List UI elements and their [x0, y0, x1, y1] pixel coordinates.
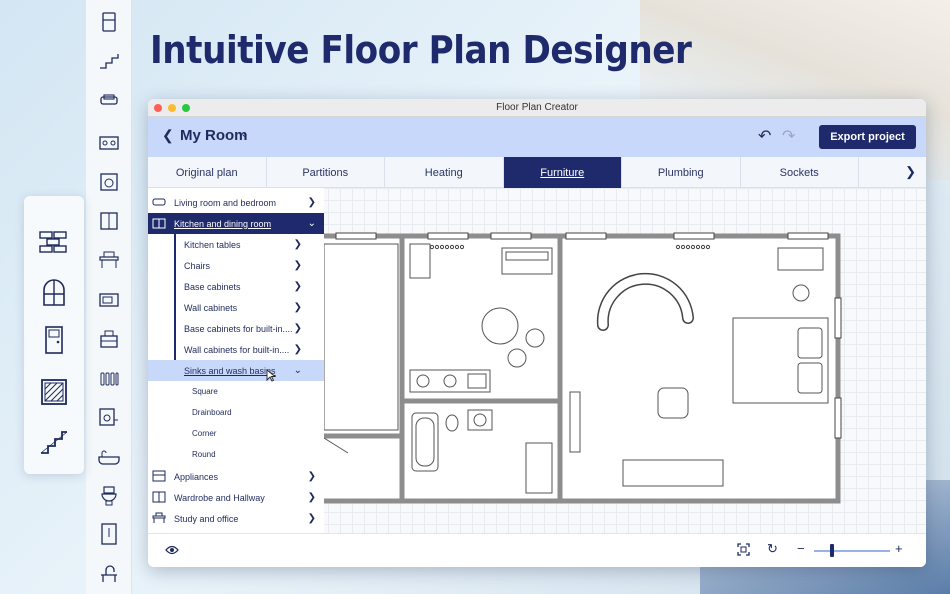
tab-furniture[interactable]: Furniture	[503, 157, 622, 188]
menu-item-base-cabinets[interactable]: Base cabinets ❯	[148, 276, 324, 297]
undo-icon[interactable]: ↶	[758, 126, 771, 146]
menu-item-sink-drainboard[interactable]: Drainboard	[148, 402, 324, 423]
window-title: Floor Plan Creator	[496, 102, 578, 113]
refresh-icon[interactable]: ↻	[767, 541, 778, 557]
stairs-icon[interactable]	[97, 49, 121, 73]
chevron-right-icon: ❯	[293, 239, 302, 250]
door-icon[interactable]	[38, 324, 70, 356]
export-project-button[interactable]: Export project	[819, 125, 916, 149]
desk-icon[interactable]	[97, 248, 121, 272]
zoom-out-icon[interactable]: −	[797, 541, 805, 556]
chevron-right-icon: ❯	[293, 344, 302, 355]
chevron-right-icon: ❯	[307, 513, 316, 524]
menu-item-study[interactable]: Study and office ❯	[148, 508, 324, 529]
menu-item-sink-square[interactable]: Square	[148, 381, 324, 402]
redo-icon[interactable]: ↷	[782, 126, 795, 146]
chevron-right-icon: ❯	[307, 492, 316, 503]
room-name[interactable]: My Room	[180, 127, 248, 144]
menu-item-wall-cabinets[interactable]: Wall cabinets ❯	[148, 297, 324, 318]
sofa-icon[interactable]	[97, 88, 121, 112]
chevron-right-icon: ❯	[293, 323, 302, 334]
category-tabs: Original plan Partitions Heating Furnitu…	[148, 157, 926, 188]
floor-pattern-icon[interactable]	[38, 376, 70, 408]
menu-item-chairs[interactable]: Chairs ❯	[148, 255, 324, 276]
zoom-in-icon[interactable]: +	[895, 541, 903, 556]
zoom-slider[interactable]	[814, 550, 890, 552]
chevron-down-icon: ⌄	[307, 218, 316, 229]
dresser-icon[interactable]	[97, 327, 121, 351]
desk-icon	[152, 512, 166, 524]
chevron-right-icon: ❯	[293, 281, 302, 292]
stove-icon[interactable]	[97, 130, 121, 154]
boiler-icon[interactable]	[97, 405, 121, 429]
brick-wall-icon[interactable]	[38, 226, 70, 258]
staircase-icon[interactable]	[38, 426, 70, 458]
chevron-right-icon: ❯	[293, 260, 302, 271]
wardrobe-icon	[152, 491, 166, 503]
appliance-icon	[152, 470, 166, 482]
menu-item-wall-cabinets-built-in[interactable]: Wall cabinets for built-in.... ❯	[148, 339, 324, 360]
menu-item-kitchen[interactable]: Kitchen and dining room ⌄	[148, 213, 324, 234]
sofa-icon	[152, 196, 166, 208]
tab-plumbing[interactable]: Plumbing	[622, 157, 741, 188]
radiator-icon[interactable]	[97, 367, 121, 391]
cabinet-icon[interactable]	[97, 209, 121, 233]
furniture-category-menu: Living room and bedroom ❯ Kitchen and di…	[148, 188, 324, 533]
menu-item-base-cabinets-built-in[interactable]: Base cabinets for built-in.... ❯	[148, 318, 324, 339]
page-headline: Intuitive Floor Plan Designer	[150, 28, 692, 72]
tab-partitions[interactable]: Partitions	[267, 157, 385, 188]
menu-item-sink-corner[interactable]: Corner	[148, 423, 324, 444]
chevron-down-icon[interactable]: ⌄	[240, 127, 249, 140]
fit-screen-icon[interactable]	[737, 543, 750, 559]
bathtub-icon[interactable]	[97, 446, 121, 470]
back-arrow-icon[interactable]: ❮	[162, 127, 174, 144]
chevron-down-icon: ⌄	[293, 365, 302, 376]
menu-item-wardrobe[interactable]: Wardrobe and Hallway ❯	[148, 487, 324, 508]
washing-machine-icon[interactable]	[97, 170, 121, 194]
kitchen-icon	[152, 217, 166, 229]
fridge-icon[interactable]	[97, 10, 121, 34]
menu-item-living-room[interactable]: Living room and bedroom ❯	[148, 192, 324, 213]
zoom-slider-handle[interactable]	[830, 544, 834, 557]
eye-icon[interactable]	[165, 543, 179, 558]
tab-sockets[interactable]: Sockets	[741, 157, 859, 188]
chevron-right-icon: ❯	[307, 197, 316, 208]
window-icon[interactable]	[38, 276, 70, 308]
left-object-toolbar	[86, 0, 132, 594]
tab-heating[interactable]: Heating	[385, 157, 504, 188]
tab-original-plan[interactable]: Original plan	[148, 157, 267, 188]
menu-item-kitchen-tables[interactable]: Kitchen tables ❯	[148, 234, 324, 255]
bottom-toolbar: ↻ − +	[148, 533, 926, 567]
window-titlebar: Floor Plan Creator	[148, 99, 926, 117]
shower-icon[interactable]	[97, 522, 121, 546]
toilet-icon[interactable]	[97, 484, 121, 508]
project-toolbar: ❮ My Room ⌄ ↶ ↷ Export project	[148, 117, 926, 157]
tv-icon[interactable]	[97, 288, 121, 312]
chevron-right-icon: ❯	[293, 302, 302, 313]
chevron-right-icon: ❯	[307, 471, 316, 482]
structure-tools-panel	[24, 196, 84, 474]
menu-item-sinks[interactable]: Sinks and wash basins ⌄	[148, 360, 324, 382]
menu-item-sink-round[interactable]: Round	[148, 444, 324, 465]
app-window: Floor Plan Creator ❮ My Room ⌄ ↶ ↷ Expor…	[148, 99, 926, 567]
menu-item-appliances[interactable]: Appliances ❯	[148, 466, 324, 487]
faucet-icon[interactable]	[97, 562, 121, 586]
chevron-right-icon[interactable]: ❯	[905, 164, 916, 180]
